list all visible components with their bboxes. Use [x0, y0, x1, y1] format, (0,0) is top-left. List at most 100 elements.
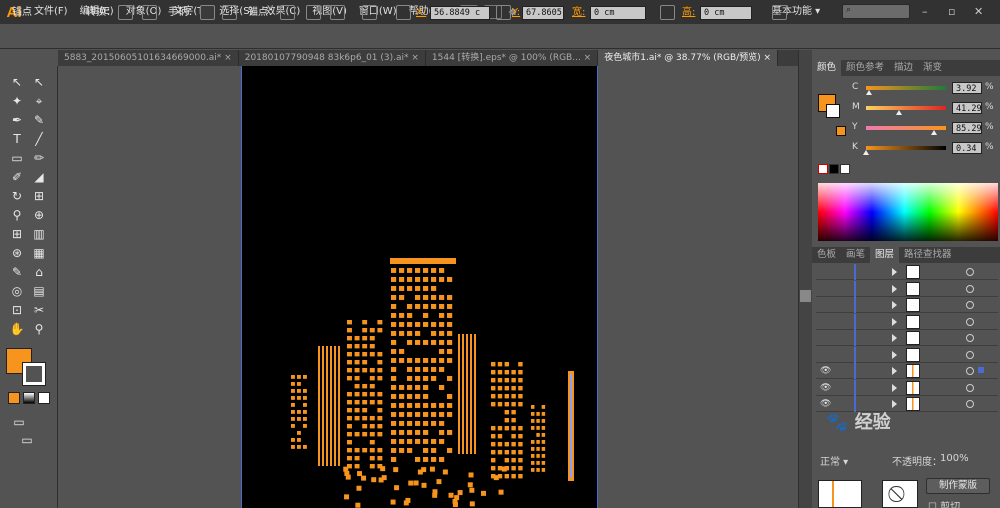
lasso-tool-icon[interactable]: ⌖	[30, 93, 48, 109]
document-tab[interactable]: 5883_20150605101634669000.ai* ×	[58, 50, 239, 66]
slider-thumb[interactable]	[863, 150, 869, 155]
align-icon[interactable]	[396, 5, 411, 20]
menu-item-0[interactable]: 文件(F)	[28, 0, 74, 24]
hide-handles-icon[interactable]	[222, 5, 237, 20]
slider-track[interactable]	[866, 86, 946, 90]
screen-mode-icon[interactable]: ▭	[18, 432, 36, 448]
constrain-link-icon[interactable]	[660, 5, 675, 20]
artboard[interactable]	[241, 66, 598, 508]
eyedropper-tool-icon[interactable]: ✎	[8, 264, 26, 280]
graph-tool-icon[interactable]: ▤	[30, 283, 48, 299]
color-panel-tab[interactable]: 颜色参考	[841, 60, 889, 76]
artboard-tool-icon[interactable]: ⊡	[8, 302, 26, 318]
target-circle-icon[interactable]	[966, 317, 974, 326]
layer-row[interactable]	[816, 330, 998, 346]
remove-anchor-icon[interactable]	[280, 5, 295, 20]
opacity-value[interactable]: 100%	[940, 453, 969, 464]
expand-triangle-icon[interactable]	[892, 268, 897, 276]
vertical-scrollbar[interactable]	[798, 50, 812, 508]
slider-value-field[interactable]: 0.34	[952, 142, 982, 154]
out-of-gamut-swatch[interactable]	[836, 126, 846, 136]
target-circle-icon[interactable]	[966, 268, 974, 276]
layer-row[interactable]	[816, 346, 998, 363]
warp-tool-icon[interactable]: ⚲	[8, 207, 26, 223]
slider-thumb[interactable]	[895, 110, 902, 115]
slider-value-field[interactable]: 41.29	[952, 102, 982, 114]
stroke-swatch[interactable]	[22, 362, 46, 386]
target-circle-icon[interactable]	[966, 334, 974, 342]
document-tab[interactable]: 1544 [转换].eps* @ 100% (RGB... ×	[426, 50, 599, 66]
zoom-tool-icon[interactable]: ⚲	[30, 321, 48, 337]
y-field[interactable]: 67.8605 c	[522, 6, 564, 20]
expand-triangle-icon[interactable]	[892, 400, 897, 408]
mask-thumbnail[interactable]: ⃠	[882, 480, 918, 508]
hand-tool-icon[interactable]: ✋	[8, 321, 26, 337]
make-mask-button[interactable]: 制作蒙版	[926, 478, 990, 494]
clip-checkbox[interactable]: ☐ 剪切	[928, 498, 960, 508]
scroll-thumb[interactable]	[800, 290, 811, 302]
slider-thumb[interactable]	[866, 90, 873, 95]
search-input[interactable]: ⌕	[842, 4, 910, 19]
show-handles-icon[interactable]	[200, 5, 215, 20]
cut-path-icon[interactable]	[330, 5, 345, 20]
layer-row[interactable]	[816, 313, 998, 330]
layer-row[interactable]: 👁	[816, 379, 998, 396]
visibility-eye-icon[interactable]: 👁	[820, 383, 831, 393]
w-label[interactable]: 宽:	[572, 0, 585, 25]
maximize-button[interactable]: ▫	[948, 0, 955, 24]
rotate-tool-icon[interactable]: ↻	[8, 188, 26, 204]
slider-value-field[interactable]: 3.92	[952, 82, 982, 94]
selection-indicator[interactable]	[978, 367, 984, 373]
layers-panel-tab[interactable]: 色板	[812, 247, 841, 263]
canvas-area[interactable]	[58, 66, 798, 508]
color-spectrum[interactable]	[818, 183, 998, 241]
x-label[interactable]: X:	[416, 0, 426, 25]
w-field[interactable]: 0 cm	[590, 6, 646, 20]
pencil-tool-icon[interactable]: ✐	[8, 169, 26, 185]
minimize-button[interactable]: –	[922, 0, 928, 24]
pen-tool-icon[interactable]: ✒	[8, 112, 26, 128]
draw-mode-icon[interactable]: ▭	[10, 414, 28, 430]
expand-triangle-icon[interactable]	[892, 367, 897, 375]
document-tab[interactable]: 夜色城市1.ai* @ 38.77% (RGB/预览) ×	[598, 50, 779, 66]
eraser-tool-icon[interactable]: ◢	[30, 169, 48, 185]
close-button[interactable]: ✕	[974, 0, 983, 24]
layer-row[interactable]: 👁	[816, 363, 998, 379]
slider-thumb[interactable]	[931, 130, 937, 135]
black-swatch[interactable]	[829, 164, 839, 174]
selection-tool-icon[interactable]: ↖	[8, 74, 26, 90]
layers-panel-tab[interactable]: 图层	[870, 247, 900, 263]
mesh-tool-icon[interactable]: ⊛	[8, 245, 26, 261]
convert-corner-icon[interactable]	[118, 5, 133, 20]
h-field[interactable]: 0 cm	[700, 6, 752, 20]
free-transform-tool-icon[interactable]: ⊕	[30, 207, 48, 223]
layer-row[interactable]	[816, 264, 998, 280]
target-circle-icon[interactable]	[966, 367, 974, 375]
slider-value-field[interactable]: 85.29	[952, 122, 982, 134]
slider-track[interactable]	[866, 106, 946, 110]
convert-smooth-icon[interactable]	[142, 5, 157, 20]
type-tool-icon[interactable]: T	[8, 131, 26, 147]
target-circle-icon[interactable]	[966, 301, 974, 309]
h-label[interactable]: 高:	[682, 0, 695, 25]
document-tab[interactable]: 20180107790948 83k6p6_01 (3).ai* ×	[239, 50, 426, 66]
slider-track[interactable]	[866, 146, 946, 150]
layer-row[interactable]	[816, 297, 998, 313]
expand-triangle-icon[interactable]	[892, 317, 897, 326]
layers-panel-tab[interactable]: 画笔	[841, 247, 870, 263]
color-panel-tab[interactable]: 颜色	[812, 60, 842, 76]
magic-wand-tool-icon[interactable]: ✦	[8, 93, 26, 109]
x-field[interactable]: 56.8849 c	[430, 6, 490, 20]
expand-triangle-icon[interactable]	[892, 334, 897, 342]
shape-builder-tool-icon[interactable]: ⊞	[8, 226, 26, 242]
blend-tool-icon[interactable]: ⌂	[30, 264, 48, 280]
transform-icon[interactable]	[772, 5, 787, 20]
target-circle-icon[interactable]	[966, 284, 974, 293]
isolate-icon[interactable]	[362, 5, 377, 20]
blend-mode-select[interactable]: 正常 ▾	[820, 453, 848, 468]
visibility-eye-icon[interactable]: 👁	[820, 366, 831, 376]
connect-anchor-icon[interactable]	[306, 5, 321, 20]
paintbrush-tool-icon[interactable]: ✏	[30, 150, 48, 166]
gradient-mode-icon[interactable]	[23, 392, 35, 404]
gradient-tool-icon[interactable]: ▦	[30, 245, 48, 261]
